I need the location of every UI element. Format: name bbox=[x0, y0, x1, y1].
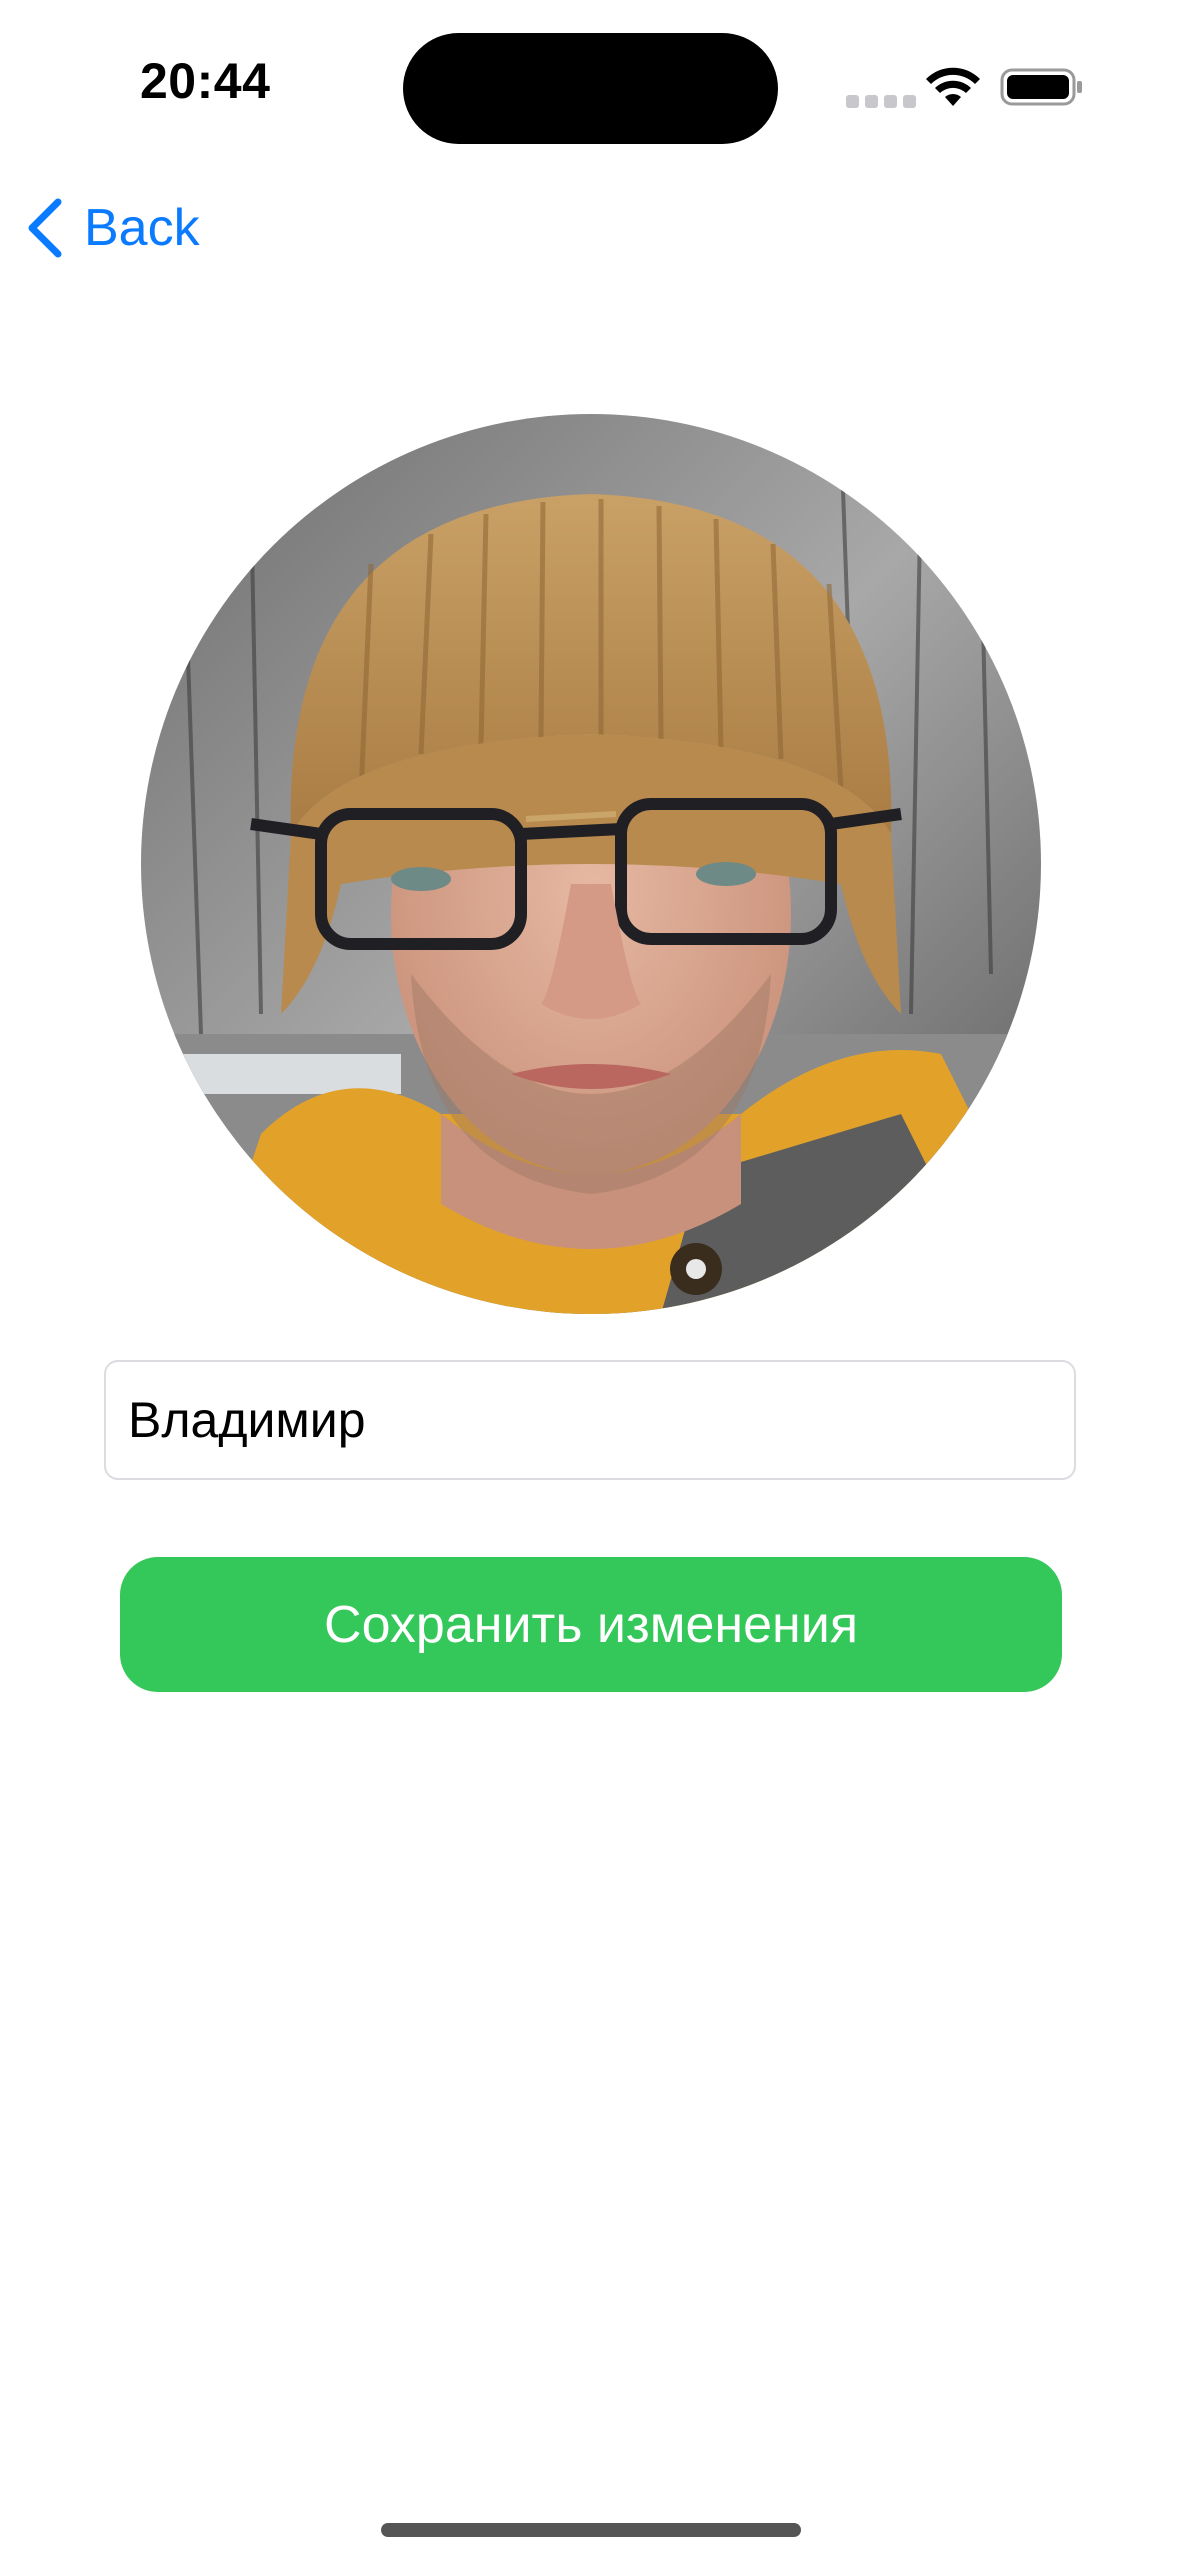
back-button[interactable]: Back bbox=[22, 192, 200, 264]
profile-edit-screen: 20:44 Back Владимир Сохранить изменения bbox=[0, 0, 1179, 2556]
battery-icon bbox=[1000, 68, 1082, 106]
cellular-signal-icon bbox=[846, 95, 916, 108]
home-indicator[interactable] bbox=[381, 2523, 801, 2537]
dynamic-island bbox=[403, 33, 778, 144]
wifi-icon bbox=[926, 67, 980, 106]
status-time: 20:44 bbox=[140, 53, 271, 109]
chevron-left-icon bbox=[28, 198, 62, 258]
avatar-photo bbox=[141, 414, 1041, 1314]
name-field[interactable] bbox=[104, 1360, 1076, 1480]
save-changes-button[interactable]: Сохранить изменения bbox=[120, 1557, 1062, 1692]
back-label: Back bbox=[84, 199, 200, 257]
avatar[interactable] bbox=[141, 414, 1041, 1314]
